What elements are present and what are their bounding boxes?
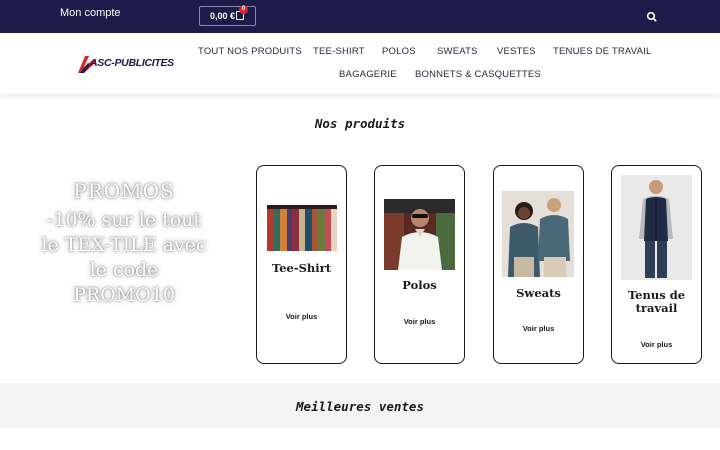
see-more-link[interactable]: Voir plus	[257, 312, 346, 321]
cart-count-badge: 0	[239, 5, 248, 14]
category-card-sweats[interactable]: Sweats Voir plus	[493, 165, 584, 364]
see-more-link[interactable]: Voir plus	[612, 340, 701, 349]
logo-text: ASC-PUBLICITES	[90, 57, 174, 69]
see-more-link[interactable]: Voir plus	[375, 317, 464, 326]
work-wear-image	[621, 175, 692, 280]
sweats-image	[502, 191, 574, 277]
category-name: Sweats	[516, 286, 561, 300]
nav-sweats[interactable]: SWEATS	[437, 46, 478, 57]
promo-text: -10% sur le tout le TEX-TILE avec le cod…	[41, 209, 207, 306]
nav-work-wear[interactable]: TENUES DE TRAVAIL	[553, 46, 651, 57]
category-name: Polos	[402, 278, 437, 292]
nav-bags[interactable]: BAGAGERIE	[339, 69, 397, 80]
site-logo[interactable]: ASC-PUBLICITES	[76, 51, 174, 77]
cart-total: 0,00 €	[210, 11, 236, 21]
category-card-polos[interactable]: Polos Voir plus	[374, 165, 465, 364]
nav-polos[interactable]: POLOS	[382, 46, 416, 57]
search-icon[interactable]	[641, 9, 663, 25]
category-name: Tee-Shirt	[271, 261, 332, 275]
promo-heading: PROMOS	[73, 179, 175, 203]
bestsellers-band: Meilleures ventes	[0, 383, 720, 428]
account-link[interactable]: Mon compte	[60, 7, 121, 19]
nav-all-products[interactable]: TOUT NOS PRODUITS	[198, 46, 302, 57]
nav-tee-shirt[interactable]: TEE-SHIRT	[313, 46, 365, 57]
bestsellers-title: Meilleures ventes	[296, 399, 424, 414]
see-more-link[interactable]: Voir plus	[494, 324, 583, 333]
category-card-work-wear[interactable]: Tenus de travail Voir plus	[611, 165, 702, 364]
nav-hats-caps[interactable]: BONNETS & CASQUETTES	[415, 69, 541, 80]
category-name: Tenus de travail	[627, 288, 686, 315]
category-card-tee-shirt[interactable]: Tee-Shirt Voir plus	[256, 165, 347, 364]
promo-banner: PROMOS -10% sur le tout le TEX-TILE avec…	[40, 178, 208, 308]
tee-shirt-image	[267, 205, 337, 251]
nav-vestes[interactable]: VESTES	[497, 46, 536, 57]
polos-image	[384, 199, 455, 270]
top-bar: Mon compte 0,00 € 0	[0, 0, 720, 33]
site-header: ASC-PUBLICITES TOUT NOS PRODUITS TEE-SHI…	[0, 33, 720, 94]
cart-button[interactable]: 0,00 € 0	[199, 5, 256, 26]
products-section-title: Nos produits	[314, 116, 406, 131]
